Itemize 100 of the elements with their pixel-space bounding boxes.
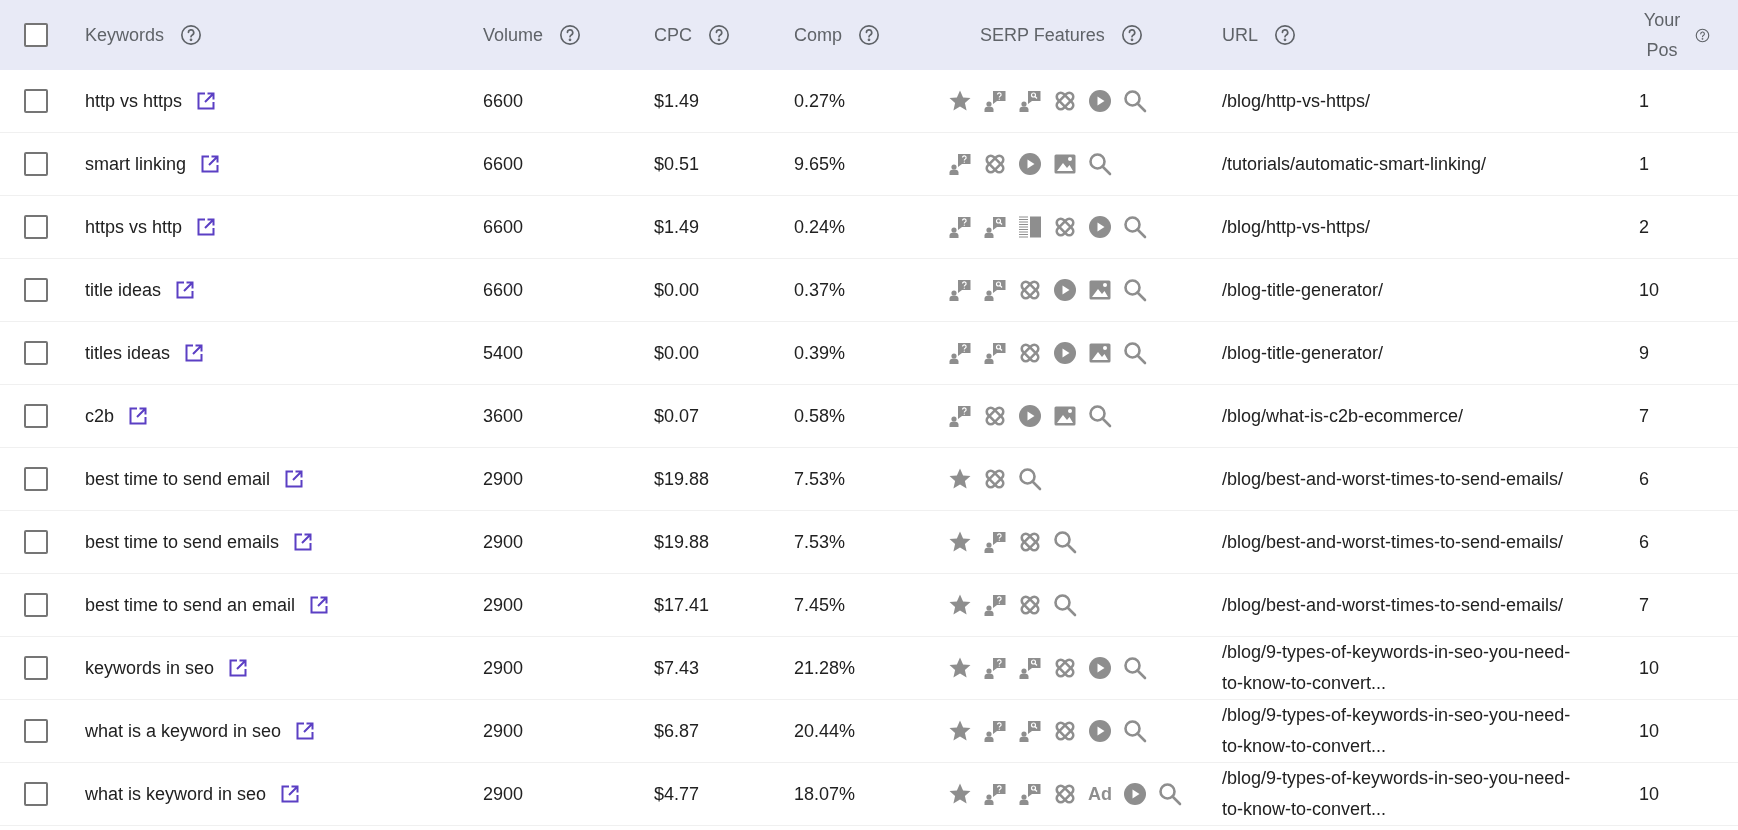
external-link-icon[interactable] (175, 280, 196, 300)
keyword-text: c2b (85, 404, 115, 428)
url-text: /blog/http-vs-https/ (1222, 215, 1372, 239)
chain-link-icon (1018, 530, 1042, 554)
position-text: 10 (1639, 720, 1660, 741)
image-icon (1053, 404, 1077, 428)
checkbox[interactable] (24, 89, 48, 113)
help-icon[interactable] (1695, 27, 1710, 43)
person-question-bubble-icon (983, 89, 1007, 113)
play-icon (1018, 404, 1042, 428)
person-search-bubble-icon (983, 278, 1007, 302)
checkbox[interactable] (24, 530, 48, 554)
person-question-bubble-icon (983, 719, 1007, 743)
position-text: 10 (1639, 657, 1660, 678)
search-icon (1123, 278, 1147, 302)
keyword-text: best time to send emails (85, 530, 280, 554)
search-icon (1088, 404, 1112, 428)
checkbox[interactable] (24, 278, 48, 302)
volume-text: 6600 (483, 279, 524, 300)
search-icon (1018, 467, 1042, 491)
checkbox[interactable] (24, 152, 48, 176)
keyword-text: https vs http (85, 215, 183, 239)
column-header[interactable]: SERP Features (980, 21, 1105, 49)
search-icon (1158, 782, 1182, 806)
column-header[interactable]: Volume (483, 21, 544, 49)
position-text: 9 (1639, 342, 1649, 363)
image-icon (1088, 278, 1112, 302)
external-link-icon[interactable] (128, 406, 149, 426)
help-icon[interactable] (1274, 24, 1296, 46)
url-text: /blog-title-generator/ (1222, 278, 1385, 302)
cpc-text: $1.49 (654, 216, 700, 237)
comp-text: 7.53% (794, 531, 846, 552)
volume-text: 2900 (483, 531, 524, 552)
cpc-text: $7.43 (654, 657, 700, 678)
star-icon (948, 719, 972, 743)
column-header[interactable]: CPC (654, 21, 692, 49)
column-header[interactable]: URL (1222, 21, 1258, 49)
keyword-text: best time to send email (85, 467, 271, 491)
url-text: /blog/9-types-of-keywords-in-seo-you-need-to-know-to-convert... (1222, 641, 1572, 695)
cpc-text: $6.87 (654, 720, 700, 741)
checkbox[interactable] (24, 23, 48, 47)
external-link-icon[interactable] (184, 343, 205, 363)
person-search-bubble-icon (1018, 782, 1042, 806)
search-icon (1123, 89, 1147, 113)
checkbox[interactable] (24, 215, 48, 239)
chain-link-icon (1053, 89, 1077, 113)
person-question-bubble-icon (983, 530, 1007, 554)
volume-text: 2900 (483, 468, 524, 489)
checkbox[interactable] (24, 404, 48, 428)
comp-text: 0.39% (794, 342, 846, 363)
person-question-bubble-icon (983, 782, 1007, 806)
keyword-text: best time to send an email (85, 593, 296, 617)
search-icon (1123, 341, 1147, 365)
volume-text: 6600 (483, 90, 524, 111)
person-question-bubble-icon (983, 656, 1007, 680)
external-link-icon[interactable] (284, 469, 305, 489)
chain-link-icon (1053, 782, 1077, 806)
chain-link-icon (1018, 341, 1042, 365)
play-icon (1018, 152, 1042, 176)
column-header[interactable]: Your Pos (1639, 5, 1685, 65)
checkbox[interactable] (24, 467, 48, 491)
checkbox[interactable] (24, 593, 48, 617)
external-link-icon[interactable] (280, 784, 301, 804)
comp-text: 9.65% (794, 153, 846, 174)
external-link-icon[interactable] (293, 532, 314, 552)
column-header[interactable]: Comp (794, 21, 842, 49)
person-search-bubble-icon (983, 341, 1007, 365)
help-icon[interactable] (1120, 24, 1143, 46)
comp-text: 0.24% (794, 216, 846, 237)
checkbox[interactable] (24, 782, 48, 806)
play-icon (1088, 215, 1112, 239)
help-icon[interactable] (180, 24, 203, 46)
person-search-bubble-icon (1018, 656, 1042, 680)
external-link-icon[interactable] (295, 721, 316, 741)
position-text: 6 (1639, 531, 1649, 552)
column-header[interactable]: Keywords (85, 21, 165, 49)
star-icon (948, 593, 972, 617)
checkbox[interactable] (24, 341, 48, 365)
help-icon[interactable] (708, 24, 730, 46)
comp-text: 21.28% (794, 657, 856, 678)
chain-link-icon (1053, 719, 1077, 743)
checkbox[interactable] (24, 719, 48, 743)
image-icon (1088, 341, 1112, 365)
external-link-icon[interactable] (200, 154, 221, 174)
help-icon[interactable] (559, 24, 582, 46)
chain-link-icon (983, 467, 1007, 491)
person-search-bubble-icon (983, 215, 1007, 239)
external-link-icon[interactable] (228, 658, 249, 678)
url-text: /tutorials/automatic-smart-linking/ (1222, 152, 1488, 176)
keyword-text: titles ideas (85, 341, 171, 365)
volume-text: 6600 (483, 153, 524, 174)
checkbox[interactable] (24, 656, 48, 680)
external-link-icon[interactable] (309, 595, 330, 615)
cpc-text: $1.49 (654, 90, 700, 111)
external-link-icon[interactable] (196, 91, 217, 111)
external-link-icon[interactable] (196, 217, 217, 237)
star-icon (948, 656, 972, 680)
help-icon[interactable] (858, 24, 880, 46)
position-text: 7 (1639, 594, 1649, 615)
chain-link-icon (983, 404, 1007, 428)
